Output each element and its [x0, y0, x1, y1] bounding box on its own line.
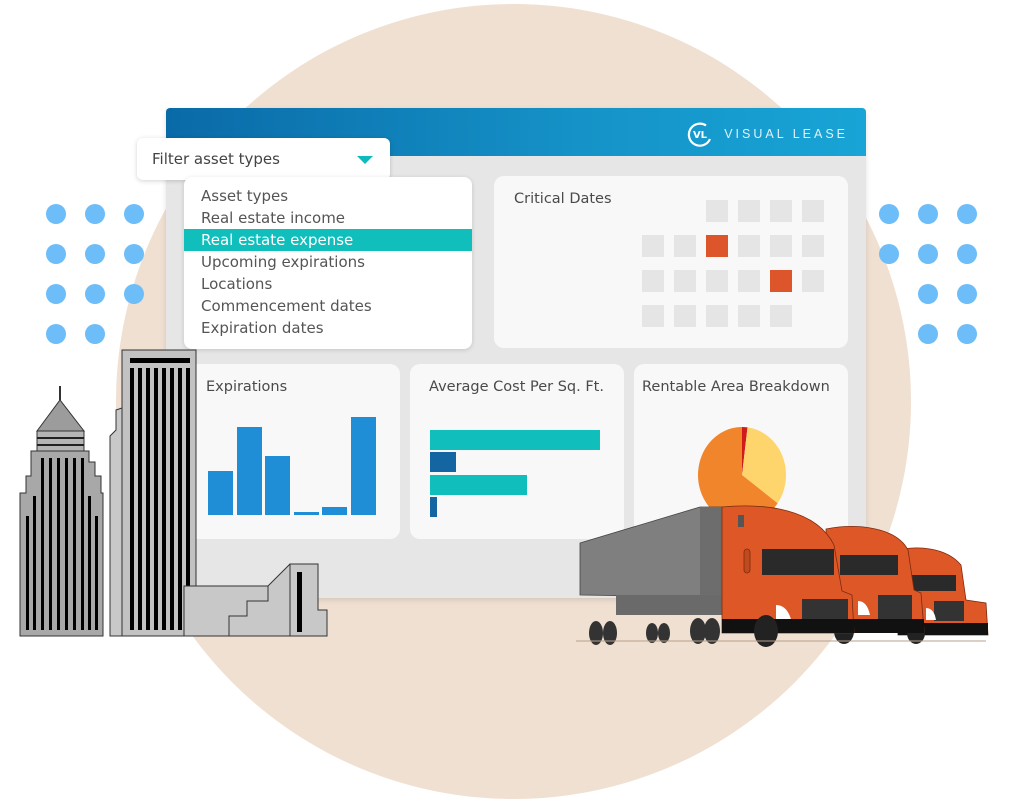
brand-name: VISUAL LEASE: [724, 127, 848, 141]
calendar-day[interactable]: [802, 270, 824, 292]
decorative-dot: [918, 244, 938, 264]
decorative-dot: [46, 204, 66, 224]
decorative-dot: [879, 204, 899, 224]
dropdown-option[interactable]: Real estate income: [184, 207, 472, 229]
average-cost-bar[interactable]: [430, 430, 600, 450]
dropdown-option[interactable]: Locations: [184, 273, 472, 295]
card-title: Average Cost Per Sq. Ft.: [429, 379, 604, 395]
city-buildings-illustration: [19, 349, 328, 637]
decorative-dot: [957, 324, 977, 344]
card-title: Rentable Area Breakdown: [642, 379, 830, 395]
calendar-day[interactable]: [674, 235, 696, 257]
calendar-day[interactable]: [674, 305, 696, 327]
building-tall: [109, 349, 197, 637]
dropdown-option[interactable]: Commencement dates: [184, 295, 472, 317]
decorative-dot: [46, 324, 66, 344]
decorative-dots-right: [879, 204, 977, 344]
dropdown-option[interactable]: Asset types: [184, 185, 472, 207]
calendar-day-critical[interactable]: [706, 235, 728, 257]
critical-dates-calendar: [642, 200, 824, 327]
decorative-dot: [124, 284, 144, 304]
decorative-dot: [957, 244, 977, 264]
card-title: Critical Dates: [514, 191, 612, 207]
expirations-bar[interactable]: [350, 417, 376, 515]
filter-asset-types-select[interactable]: Filter asset types: [137, 138, 390, 180]
calendar-day[interactable]: [770, 200, 792, 222]
calendar-day[interactable]: [738, 305, 760, 327]
asset-types-dropdown-menu: Asset types Real estate income Real estate…: [184, 177, 472, 349]
decorative-dot: [918, 204, 938, 224]
decorative-dot: [879, 244, 899, 264]
calendar-day[interactable]: [706, 305, 728, 327]
decorative-dot: [124, 204, 144, 224]
critical-dates-card[interactable]: Critical Dates: [494, 176, 848, 348]
dropdown-option[interactable]: Real estate expense: [184, 229, 472, 251]
calendar-day[interactable]: [706, 270, 728, 292]
calendar-day[interactable]: [674, 270, 696, 292]
decorative-dot: [85, 204, 105, 224]
visual-lease-logo-icon: VL: [688, 122, 712, 147]
calendar-day[interactable]: [642, 235, 664, 257]
decorative-dot: [85, 324, 105, 344]
calendar-day[interactable]: [642, 270, 664, 292]
decorative-dot: [957, 284, 977, 304]
building-low: [183, 563, 328, 637]
decorative-dot: [957, 204, 977, 224]
trucks-illustration: [576, 505, 989, 647]
caret-down-icon[interactable]: [357, 156, 373, 164]
decorative-dot: [46, 244, 66, 264]
decorative-dot: [918, 284, 938, 304]
brand[interactable]: VL VISUAL LEASE: [686, 120, 848, 148]
decorative-dot: [85, 284, 105, 304]
filter-label: Filter asset types: [152, 150, 280, 168]
calendar-day[interactable]: [770, 305, 792, 327]
average-cost-bar[interactable]: [430, 497, 437, 517]
decorative-dot: [124, 244, 144, 264]
calendar-day[interactable]: [770, 235, 792, 257]
calendar-day[interactable]: [738, 235, 760, 257]
calendar-day[interactable]: [802, 235, 824, 257]
dropdown-option[interactable]: Upcoming expirations: [184, 251, 472, 273]
calendar-day-critical[interactable]: [770, 270, 792, 292]
average-cost-bar[interactable]: [430, 475, 527, 495]
calendar-day[interactable]: [706, 200, 728, 222]
decorative-dots-left: [46, 204, 144, 344]
logo-text: VL: [693, 130, 708, 141]
calendar-day[interactable]: [642, 305, 664, 327]
calendar-day[interactable]: [738, 200, 760, 222]
decorative-dot: [85, 244, 105, 264]
calendar-day[interactable]: [738, 270, 760, 292]
calendar-day[interactable]: [802, 200, 824, 222]
decorative-dot: [918, 324, 938, 344]
average-cost-bar[interactable]: [430, 452, 456, 472]
decorative-dot: [46, 284, 66, 304]
dropdown-option[interactable]: Expiration dates: [184, 317, 472, 339]
